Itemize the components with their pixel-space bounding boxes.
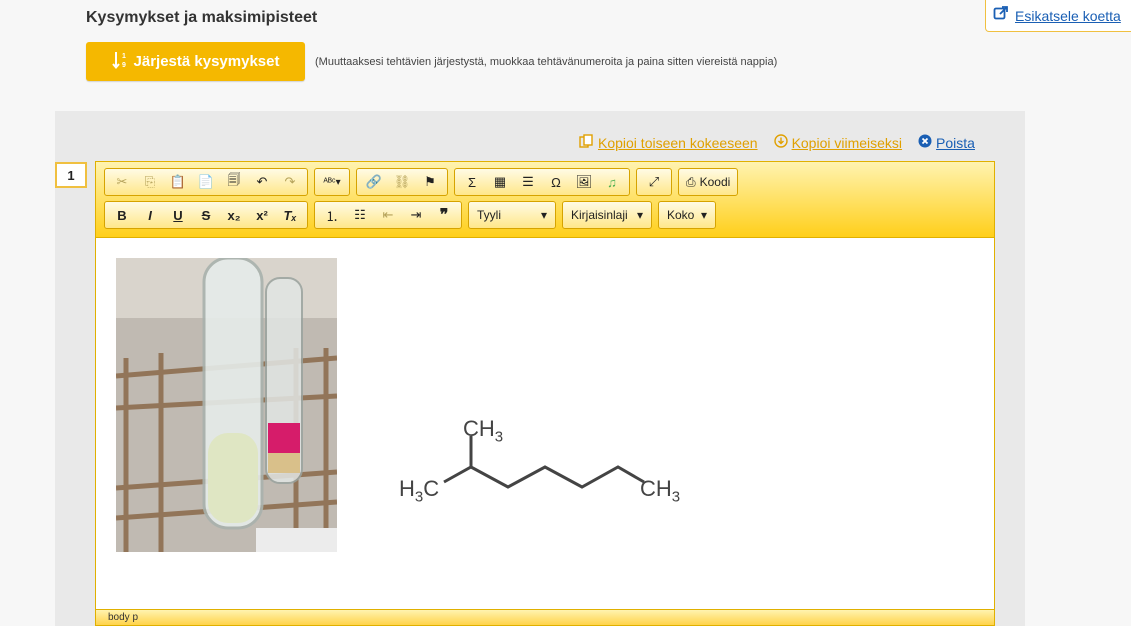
maximize-icon[interactable]: ⤢ <box>640 170 668 194</box>
insert-group: Σ ▦ ☰ Ω 🖼 ♫ <box>454 168 630 196</box>
sort-hint: (Muuttaaksesi tehtävien järjestystä, muo… <box>315 56 778 68</box>
image-icon[interactable]: 🖼 <box>570 170 598 194</box>
paste-word-icon[interactable]: 🗐 <box>220 170 248 194</box>
redo-icon[interactable]: ↷ <box>276 170 304 194</box>
paste-text-icon[interactable]: 📄 <box>192 170 220 194</box>
spellcheck-group: ᴬᴮᶜ▾ <box>314 168 350 196</box>
sort-numeric-icon: 19 <box>111 50 130 74</box>
copy-icon[interactable]: ⎘ <box>136 170 164 194</box>
source-code-button[interactable]: ⎙ Koodi <box>682 170 734 194</box>
size-label: Koko <box>667 208 695 222</box>
editor-content[interactable]: CH3 H3C CH3 <box>96 239 994 612</box>
indent-icon[interactable]: ⇥ <box>402 203 430 227</box>
copy-to-other-exam-label: Kopioi toiseen kokeeseen <box>598 134 758 151</box>
h3c-left-label: H3C <box>399 476 440 506</box>
italic-icon[interactable]: I <box>136 203 164 227</box>
format-group: B I U S x₂ x² Tₓ <box>104 201 308 229</box>
blockquote-icon[interactable]: ❞ <box>430 203 458 227</box>
sort-questions-label: Järjestä kysymykset <box>133 53 280 70</box>
lab-test-tubes-photo <box>116 258 337 552</box>
chemical-structure-drawing: CH3 H3C CH3 <box>396 412 696 512</box>
subscript-icon[interactable]: x₂ <box>220 203 248 227</box>
math-sigma-icon[interactable]: Σ <box>458 170 486 194</box>
sort-questions-button[interactable]: 19 Järjestä kysymykset <box>86 42 305 81</box>
superscript-icon[interactable]: x² <box>248 203 276 227</box>
numbered-list-icon[interactable]: ⒈ <box>318 203 346 227</box>
clipboard-group: ✂ ⎘ 📋 📄 🗐 ↶ ↷ <box>104 168 308 196</box>
source-group: ⎙ Koodi <box>678 168 739 196</box>
outdent-icon[interactable]: ⇤ <box>374 203 402 227</box>
svg-text:9: 9 <box>122 62 126 69</box>
copy-as-last-label: Kopioi viimeiseksi <box>791 134 903 151</box>
ch3-top-label: CH3 <box>463 416 504 446</box>
special-char-omega-icon[interactable]: Ω <box>542 170 570 194</box>
underline-icon[interactable]: U <box>164 203 192 227</box>
remove-format-icon[interactable]: Tₓ <box>276 203 304 227</box>
question-number-input[interactable]: 1 <box>55 162 87 188</box>
bulleted-list-icon[interactable]: ☷ <box>346 203 374 227</box>
chevron-down-icon: ▾ <box>636 208 643 222</box>
chevron-down-icon: ▾ <box>700 208 707 222</box>
rich-text-editor[interactable]: ✂ ⎘ 📋 📄 🗐 ↶ ↷ ᴬᴮᶜ▾ 🔗 ⛓ ⚑ Σ ▦ ☰ Ω � <box>95 161 995 626</box>
copy-as-last-link[interactable]: Kopioi viimeiseksi <box>773 134 903 151</box>
anchor-flag-icon[interactable]: ⚑ <box>416 170 444 194</box>
audio-music-icon[interactable]: ♫ <box>598 170 626 194</box>
spellcheck-icon[interactable]: ᴬᴮᶜ▾ <box>318 170 346 194</box>
page-title: Kysymykset ja maksimipisteet <box>86 9 318 26</box>
editor-toolbar: ✂ ⎘ 📋 📄 🗐 ↶ ↷ ᴬᴮᶜ▾ 🔗 ⛓ ⚑ Σ ▦ ☰ Ω � <box>96 162 994 238</box>
preview-exam-label: Esikatsele koetta <box>1015 7 1121 24</box>
table-icon[interactable]: ▦ <box>486 170 514 194</box>
cut-icon[interactable]: ✂ <box>108 170 136 194</box>
element-path-bar: body p <box>96 609 994 625</box>
delete-question-link[interactable]: Poista <box>918 134 975 151</box>
preview-exam-link[interactable]: Esikatsele koetta <box>985 0 1131 32</box>
unlink-icon[interactable]: ⛓ <box>388 170 416 194</box>
chevron-down-icon: ▾ <box>540 208 547 222</box>
font-dropdown[interactable]: Kirjaisinlaji ▾ <box>562 201 652 229</box>
style-label: Tyyli <box>477 208 501 222</box>
source-icon: ⎙ <box>686 174 696 189</box>
svg-text:1: 1 <box>122 53 126 60</box>
close-circle-icon <box>918 134 932 151</box>
link-icon[interactable]: 🔗 <box>360 170 388 194</box>
font-label: Kirjaisinlaji <box>571 208 628 222</box>
ch3-right-label: CH3 <box>640 476 681 506</box>
external-link-icon <box>993 5 1009 26</box>
paste-icon[interactable]: 📋 <box>164 170 192 194</box>
source-label: Koodi <box>699 175 731 189</box>
bold-icon[interactable]: B <box>108 203 136 227</box>
question-actions: Kopioi toiseen kokeeseen Kopioi viimeise… <box>579 134 975 151</box>
undo-icon[interactable]: ↶ <box>248 170 276 194</box>
delete-question-label: Poista <box>936 134 975 151</box>
style-dropdown[interactable]: Tyyli ▾ <box>468 201 556 229</box>
strikethrough-icon[interactable]: S <box>192 203 220 227</box>
maximize-group: ⤢ <box>636 168 672 196</box>
list-group: ⒈ ☷ ⇤ ⇥ ❞ <box>314 201 462 229</box>
copy-to-other-exam-link[interactable]: Kopioi toiseen kokeeseen <box>579 134 758 151</box>
size-dropdown[interactable]: Koko ▾ <box>658 201 716 229</box>
download-circle-icon <box>773 134 788 151</box>
copy-icon <box>579 134 594 151</box>
link-group: 🔗 ⛓ ⚑ <box>356 168 448 196</box>
horizontal-rule-icon[interactable]: ☰ <box>514 170 542 194</box>
